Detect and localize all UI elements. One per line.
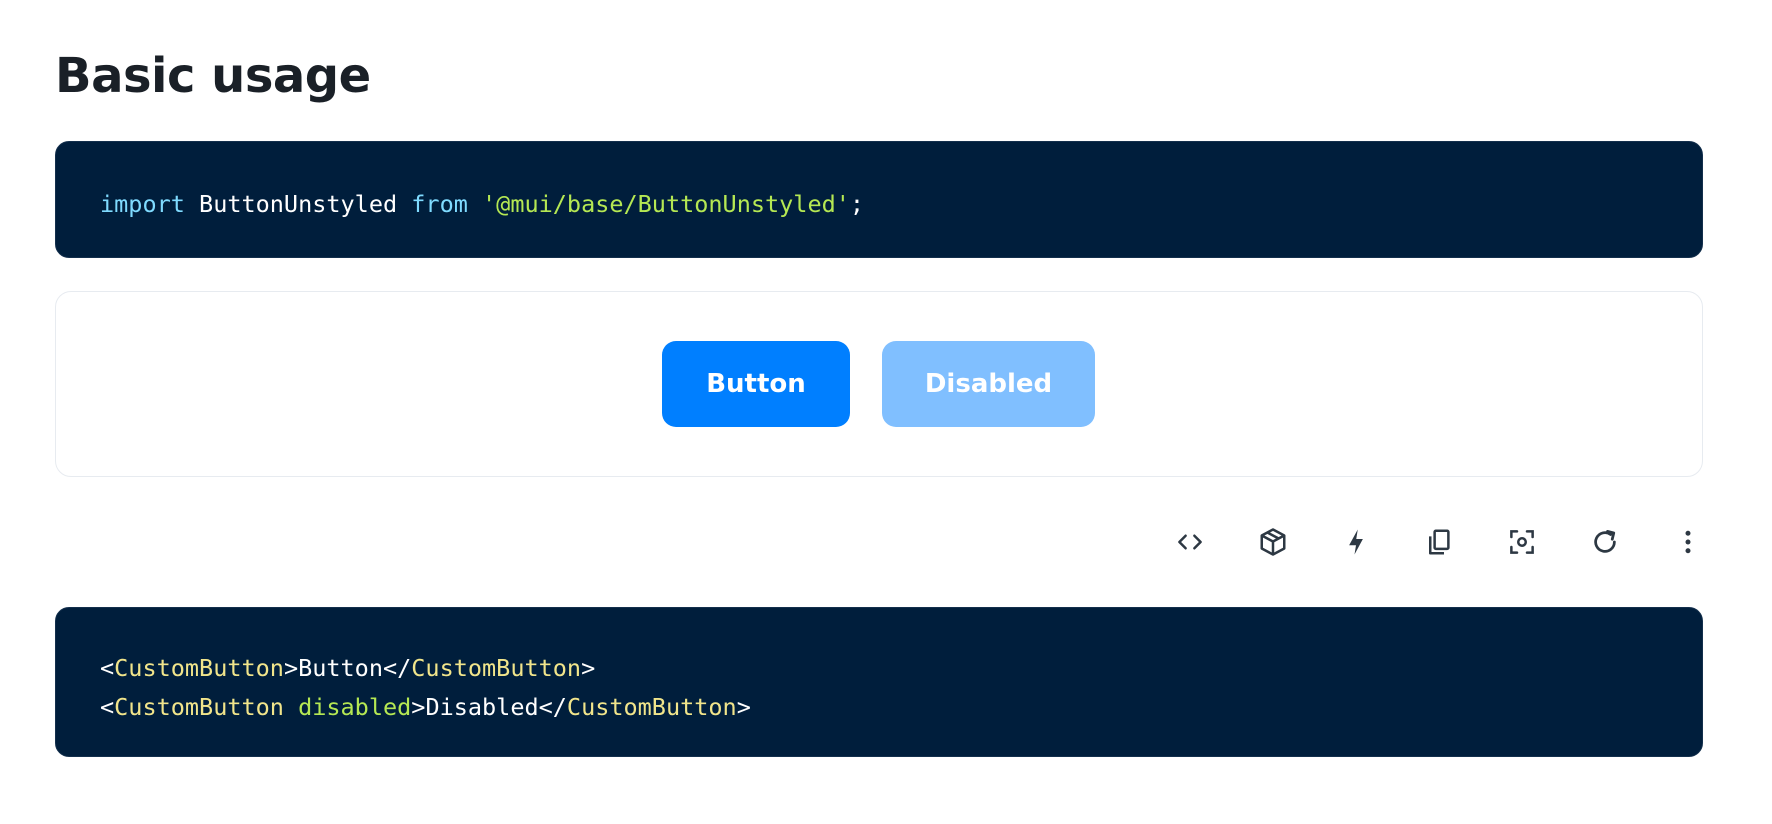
demo-toolbar (1160, 512, 1718, 572)
usage-code-line-2: <CustomButton disabled>Disabled</CustomB… (100, 688, 1702, 727)
usage-code-block: <CustomButton>Button</CustomButton> <Cust… (55, 607, 1703, 757)
code-punct: > (581, 654, 596, 682)
code-punct: < (100, 693, 115, 721)
codesandbox-button[interactable] (1243, 512, 1303, 572)
codesandbox-icon (1260, 528, 1286, 556)
more-options-button[interactable] (1658, 512, 1718, 572)
show-source-button[interactable] (1160, 512, 1220, 572)
code-punct: > (736, 693, 751, 721)
code-tag: CustomButton (566, 693, 737, 721)
reset-focus-button[interactable] (1492, 512, 1552, 572)
code-icon (1178, 534, 1202, 550)
code-text: Button (298, 654, 383, 682)
code-punct: </ (538, 693, 567, 721)
stackblitz-icon (1349, 529, 1363, 555)
demo-disabled-button: Disabled (882, 341, 1095, 427)
code-keyword-import: import (100, 190, 185, 218)
code-attribute: disabled (298, 693, 412, 721)
reset-demo-icon (1594, 530, 1616, 553)
code-punct: > (283, 654, 299, 682)
stackblitz-button[interactable] (1326, 512, 1386, 572)
code-punct: > (411, 693, 426, 721)
code-text: Disabled (425, 693, 539, 721)
usage-code-line-1: <CustomButton>Button</CustomButton> (100, 649, 1702, 688)
code-module-string: '@mui/base/ButtonUnstyled' (482, 190, 850, 218)
demo-button[interactable]: Button (662, 341, 850, 427)
code-punct: < (100, 654, 115, 682)
more-options-icon (1685, 530, 1691, 554)
demo-container: Button Disabled (55, 291, 1703, 477)
reset-demo-button[interactable] (1575, 512, 1635, 572)
code-tag: CustomButton (411, 654, 582, 682)
code-identifier: ButtonUnstyled (199, 190, 398, 218)
code-tag: CustomButton (114, 654, 284, 682)
code-tag: CustomButton (114, 693, 284, 721)
code-punct: </ (382, 654, 412, 682)
import-code-line: import ButtonUnstyled from '@mui/base/Bu… (100, 186, 1702, 222)
reset-focus-icon (1510, 530, 1534, 554)
page-title: Basic usage (55, 48, 371, 104)
copy-icon (1429, 529, 1450, 555)
import-code-block: import ButtonUnstyled from '@mui/base/Bu… (55, 141, 1703, 258)
code-keyword-from: from (411, 190, 468, 218)
code-semicolon: ; (849, 190, 865, 218)
copy-source-button[interactable] (1409, 512, 1469, 572)
